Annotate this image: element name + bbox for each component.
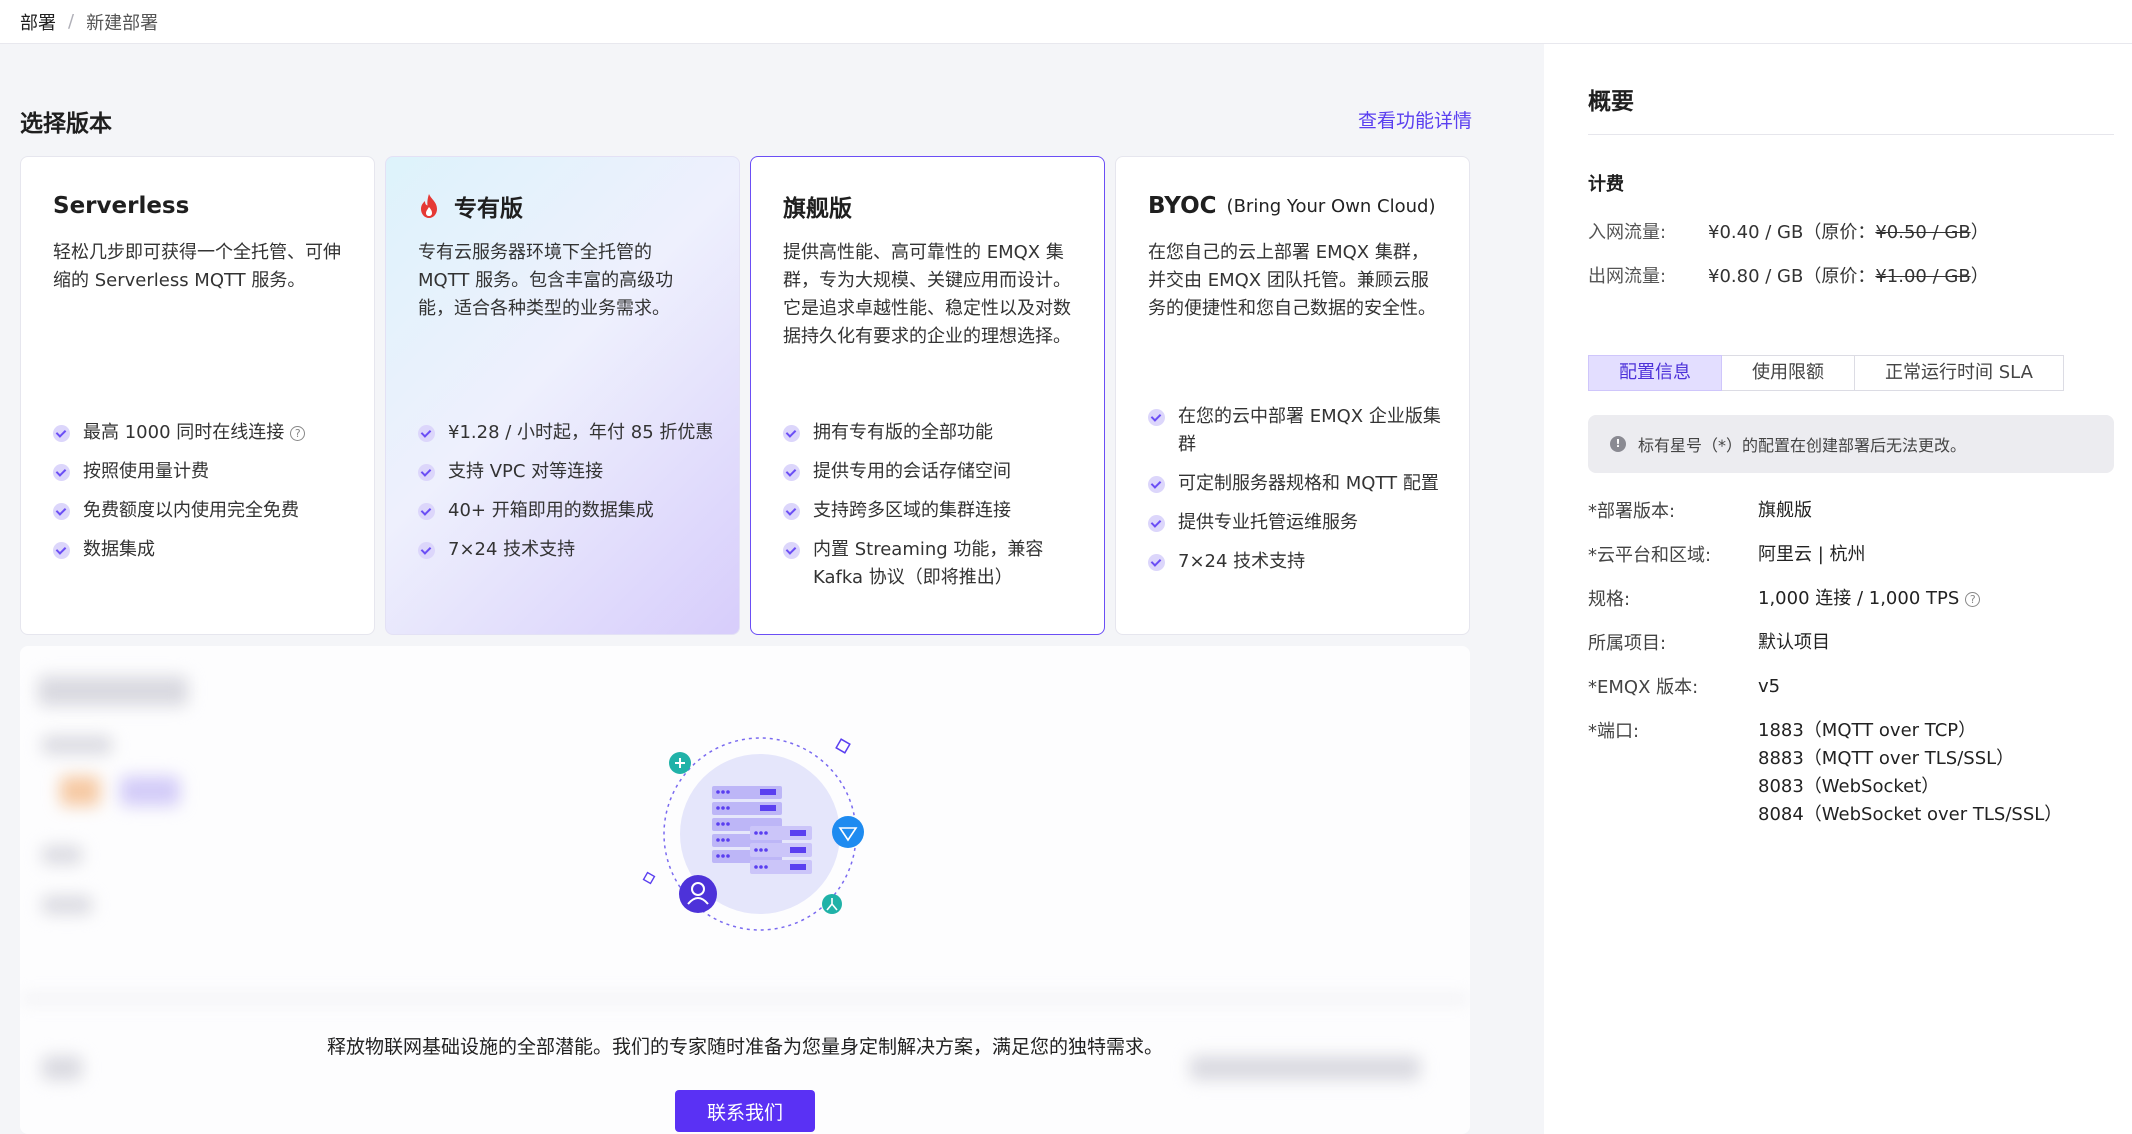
- port-item: 8084（WebSocket over TLS/SSL）: [1758, 804, 2063, 825]
- notice-banner: ! 标有星号（*）的配置在创建部署后无法更改。: [1588, 415, 2114, 473]
- feature-item: 40+ 开箱即用的数据集成: [418, 497, 715, 525]
- check-icon: [53, 425, 70, 442]
- feature-item: 内置 Streaming 功能，兼容 Kafka 协议（即将推出）: [783, 536, 1080, 592]
- outbound-traffic-row: 出网流量: ¥0.80 / GB（原价：¥1.00 / GB）: [1588, 262, 1989, 288]
- inbound-price: ¥0.40 / GB（原价：: [1708, 222, 1876, 243]
- contact-us-button[interactable]: 联系我们: [675, 1090, 815, 1132]
- feature-item: 最高 1000 同时在线连接?: [53, 419, 350, 447]
- blurred-label: [42, 896, 92, 914]
- feature-item: 免费额度以内使用完全免费: [53, 497, 350, 525]
- plan-card-dedicated[interactable]: 专有版 专有云服务器环境下全托管的 MQTT 服务。包含丰富的高级功能，适合各种…: [385, 156, 740, 635]
- divider: [1588, 134, 2114, 135]
- check-icon: [783, 503, 800, 520]
- plan-description: 提供高性能、高可靠性的 EMQX 集群，专为大规模、关键应用而设计。它是追求卓越…: [783, 242, 1071, 347]
- plan-features: ¥1.28 / 小时起，年付 85 折优惠 支持 VPC 对等连接 40+ 开箱…: [418, 419, 715, 575]
- contact-message: 释放物联网基础设施的全部潜能。我们的专家随时准备为您量身定制解决方案，满足您的独…: [326, 1036, 1163, 1058]
- blurred-label: [42, 1056, 82, 1080]
- help-icon[interactable]: ?: [1965, 591, 1981, 607]
- blurred-option: [60, 776, 100, 806]
- check-icon: [53, 542, 70, 559]
- blurred-label: [42, 736, 112, 754]
- feature-item: ¥1.28 / 小时起，年付 85 折优惠: [418, 419, 715, 447]
- check-icon: [418, 464, 435, 481]
- check-icon: [1148, 515, 1165, 532]
- port-item: 8083（WebSocket）: [1758, 776, 1940, 797]
- notice-text: 标有星号（*）的配置在创建部署后无法更改。: [1638, 436, 1967, 455]
- plan-card-byoc[interactable]: BYOC (Bring Your Own Cloud) 在您自己的云上部署 EM…: [1115, 156, 1470, 635]
- outbound-price: ¥0.80 / GB（原价：: [1708, 266, 1876, 287]
- check-icon: [53, 464, 70, 481]
- inbound-label: 入网流量:: [1588, 222, 1667, 243]
- server-illustration: [642, 737, 864, 931]
- check-icon: [1148, 476, 1165, 493]
- outbound-original-price: ¥1.00 / GB: [1875, 266, 1971, 287]
- tab-uptime-sla[interactable]: 正常运行时间 SLA: [1855, 355, 2064, 391]
- feature-item: 在您的云中部署 EMQX 企业版集群: [1148, 403, 1445, 459]
- breadcrumb: 部署 / 新建部署: [0, 0, 2132, 44]
- check-icon: [783, 542, 800, 559]
- breadcrumb-deploy[interactable]: 部署: [20, 9, 56, 35]
- blurred-label: [42, 846, 82, 864]
- blurred-divider: [20, 996, 1470, 1002]
- plan-features: 在您的云中部署 EMQX 企业版集群 可定制服务器规格和 MQTT 配置 提供专…: [1148, 403, 1445, 587]
- main-content: 选择版本 查看功能详情 Serverless 轻松几步即可获得一个全托管、可伸缩…: [0, 44, 1544, 1134]
- view-feature-details-link[interactable]: 查看功能详情: [1358, 106, 1472, 133]
- check-icon: [1148, 554, 1165, 571]
- help-icon[interactable]: ?: [290, 425, 306, 441]
- plan-features: 拥有专有版的全部功能 提供专用的会话存储空间 支持跨多区域的集群连接 内置 St…: [783, 419, 1080, 603]
- plan-description: 轻松几步即可获得一个全托管、可伸缩的 Serverless MQTT 服务。: [53, 242, 341, 291]
- billing-title: 计费: [1588, 174, 1624, 195]
- summary-panel: 概要 计费 入网流量: ¥0.40 / GB（原价：¥0.50 / GB） 出网流…: [1544, 44, 2132, 1134]
- plan-features: 最高 1000 同时在线连接? 按照使用量计费 免费额度以内使用完全免费 数据集…: [53, 419, 350, 575]
- feature-item: 数据集成: [53, 536, 350, 564]
- breadcrumb-separator: /: [68, 11, 75, 32]
- feature-item: 按照使用量计费: [53, 458, 350, 486]
- info-icon: !: [1610, 436, 1626, 452]
- plan-card-premium[interactable]: 旗舰版 提供高性能、高可靠性的 EMQX 集群，专为大规模、关键应用而设计。它是…: [750, 156, 1105, 635]
- diamond-node-icon: [832, 816, 864, 848]
- check-icon: [1148, 409, 1165, 426]
- summary-tabs: 配置信息 使用限额 正常运行时间 SLA: [1588, 355, 2064, 391]
- plan-subtitle: (Bring Your Own Cloud): [1226, 195, 1436, 217]
- plan-title: BYOC: [1148, 193, 1217, 219]
- blurred-option: [120, 776, 180, 806]
- inbound-original-price: ¥0.50 / GB: [1875, 222, 1971, 243]
- tab-config-info[interactable]: 配置信息: [1588, 355, 1722, 391]
- inbound-traffic-row: 入网流量: ¥0.40 / GB（原价：¥0.50 / GB）: [1588, 218, 1989, 244]
- feature-item: 支持跨多区域的集群连接: [783, 497, 1080, 525]
- flame-icon: [421, 194, 437, 218]
- plan-title: 专有版: [454, 196, 523, 222]
- plan-title: 旗舰版: [783, 196, 852, 222]
- port-item: 1883（MQTT over TCP）: [1758, 720, 1977, 741]
- check-icon: [418, 503, 435, 520]
- summary-title: 概要: [1588, 89, 1634, 115]
- blurred-heading: [38, 676, 188, 706]
- plan-title: Serverless: [53, 193, 190, 219]
- feature-item: 7×24 技术支持: [418, 536, 715, 564]
- small-cube-icon: [642, 871, 656, 885]
- plan-description: 在您自己的云上部署 EMQX 集群，并交由 EMQX 团队托管。兼顾云服务的便捷…: [1148, 242, 1436, 319]
- feature-item: 提供专用的会话存储空间: [783, 458, 1080, 486]
- plan-card-serverless[interactable]: Serverless 轻松几步即可获得一个全托管、可伸缩的 Serverless…: [20, 156, 375, 635]
- feature-item: 可定制服务器规格和 MQTT 配置: [1148, 470, 1445, 498]
- outbound-label: 出网流量:: [1588, 266, 1667, 287]
- tab-usage-limits[interactable]: 使用限额: [1722, 355, 1855, 391]
- blurred-input: [1190, 1056, 1420, 1080]
- section-title: 选择版本: [20, 111, 112, 137]
- check-icon: [53, 503, 70, 520]
- feature-item: 7×24 技术支持: [1148, 548, 1445, 576]
- plan-description: 专有云服务器环境下全托管的 MQTT 服务。包含丰富的高级功能，适合各种类型的业…: [418, 242, 674, 319]
- breadcrumb-current: 新建部署: [86, 12, 159, 34]
- check-icon: [783, 464, 800, 481]
- feature-item: 支持 VPC 对等连接: [418, 458, 715, 486]
- port-item: 8883（MQTT over TLS/SSL）: [1758, 748, 2015, 769]
- feature-item: 拥有专有版的全部功能: [783, 419, 1080, 447]
- cube-node-icon: [835, 738, 851, 754]
- check-icon: [783, 425, 800, 442]
- check-icon: [418, 542, 435, 559]
- contact-panel: 释放物联网基础设施的全部潜能。我们的专家随时准备为您量身定制解决方案，满足您的独…: [20, 646, 1470, 1134]
- feature-item: 提供专业托管运维服务: [1148, 509, 1445, 537]
- check-icon: [418, 425, 435, 442]
